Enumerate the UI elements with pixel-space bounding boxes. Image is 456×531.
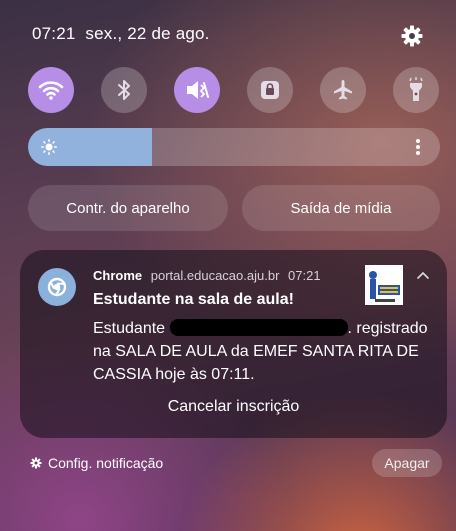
notification-body: Estudante . registrado na SALA DE AULA d… bbox=[93, 317, 438, 386]
chevron-up-icon[interactable] bbox=[416, 270, 430, 280]
device-control-button[interactable]: Contr. do aparelho bbox=[28, 185, 228, 231]
notification-header: Chrome portal.educacao.aju.br 07:21 bbox=[93, 268, 321, 283]
wifi-toggle[interactable] bbox=[28, 67, 74, 113]
notification-settings-link[interactable]: Config. notificação bbox=[30, 455, 163, 471]
notification-title: Estudante na sala de aula! bbox=[93, 291, 294, 308]
quick-settings-row bbox=[0, 67, 456, 113]
more-options-icon[interactable] bbox=[416, 139, 420, 155]
notification-time: 07:21 bbox=[288, 268, 321, 283]
vibrate-mute-icon bbox=[187, 81, 209, 99]
unsubscribe-button[interactable]: Cancelar inscrição bbox=[20, 398, 447, 416]
chrome-icon bbox=[47, 277, 67, 297]
flashlight-toggle[interactable] bbox=[393, 67, 439, 113]
settings-gear-icon[interactable] bbox=[400, 24, 424, 48]
date: sex., 22 de ago. bbox=[85, 24, 210, 43]
mute-toggle[interactable] bbox=[174, 67, 220, 113]
bluetooth-icon bbox=[118, 80, 130, 100]
brightness-slider[interactable] bbox=[28, 128, 440, 166]
gear-icon bbox=[30, 457, 42, 469]
notification-source: portal.educacao.aju.br bbox=[150, 268, 280, 283]
bluetooth-toggle[interactable] bbox=[101, 67, 147, 113]
clear-button[interactable]: Apagar bbox=[372, 449, 442, 477]
airplane-toggle[interactable] bbox=[320, 67, 366, 113]
brightness-icon bbox=[41, 139, 57, 155]
flashlight-icon bbox=[409, 77, 423, 101]
school-logo-icon bbox=[365, 265, 403, 305]
redacted-name bbox=[169, 319, 348, 336]
notification-settings-label: Config. notificação bbox=[48, 455, 164, 471]
notification-card[interactable]: Chrome portal.educacao.aju.br 07:21 Estu… bbox=[20, 250, 447, 438]
wifi-icon bbox=[38, 81, 64, 100]
portrait-lock-toggle[interactable] bbox=[247, 67, 293, 113]
app-name: Chrome bbox=[93, 268, 143, 283]
chrome-app-icon bbox=[38, 268, 76, 306]
media-output-button[interactable]: Saída de mídia bbox=[242, 185, 440, 231]
rotation-lock-icon bbox=[261, 81, 279, 99]
airplane-icon bbox=[334, 80, 352, 100]
notification-body-prefix: Estudante bbox=[93, 320, 170, 337]
clock: 07:21 bbox=[32, 24, 76, 43]
status-bar: 07:21 sex., 22 de ago. bbox=[32, 24, 210, 44]
